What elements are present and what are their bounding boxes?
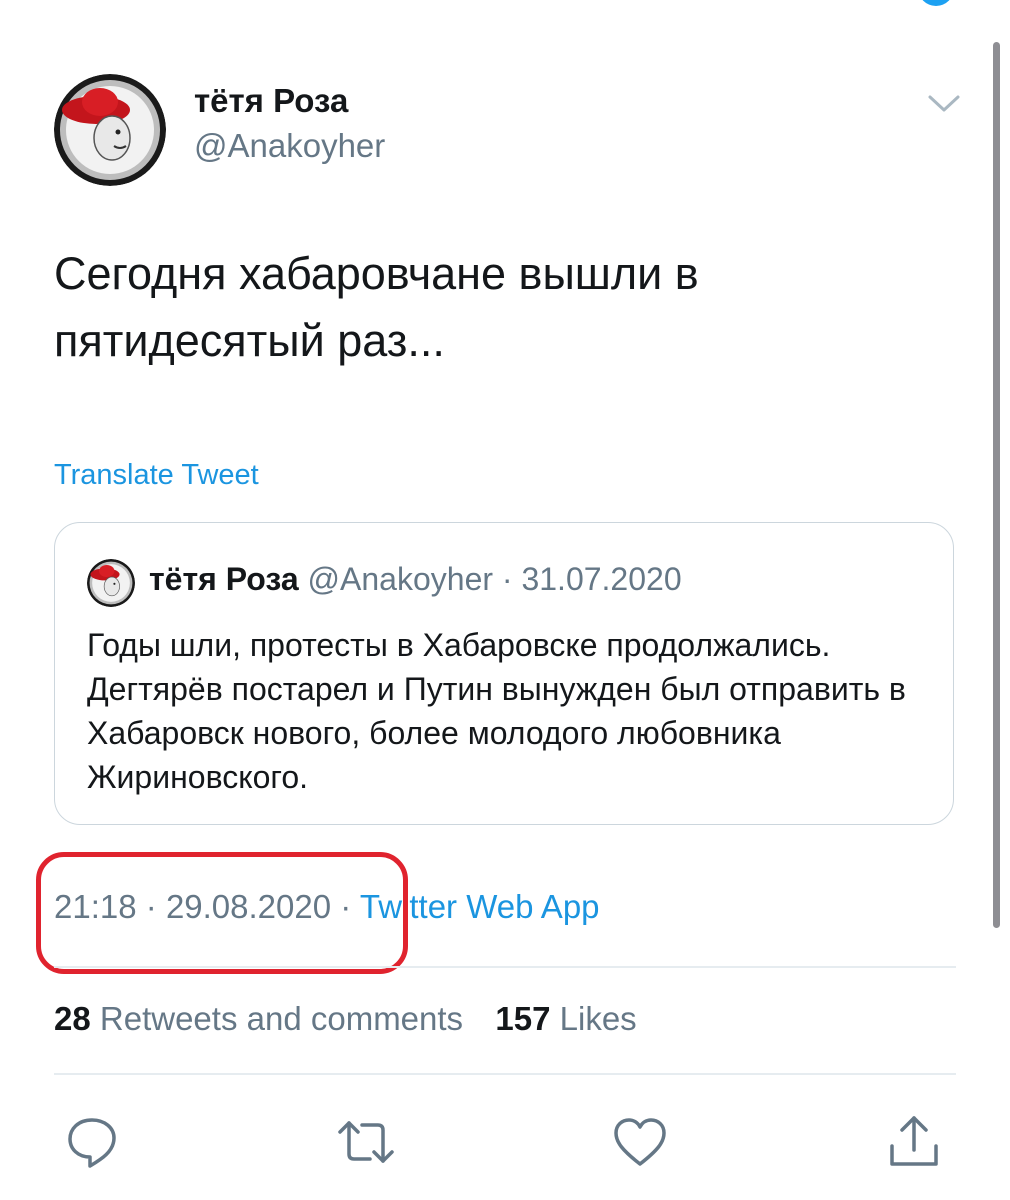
chevron-down-icon[interactable]: [924, 88, 964, 118]
share-icon[interactable]: [884, 1112, 944, 1172]
likes-count[interactable]: 157: [495, 1000, 550, 1037]
quoted-author-name: тётя Роза: [149, 561, 299, 597]
engagement-stats: 28 Retweets and comments 157 Likes: [54, 1000, 637, 1038]
heart-icon[interactable]: [610, 1112, 670, 1172]
retweet-icon[interactable]: [336, 1112, 396, 1172]
tweet-text: Сегодня хабаровчане вышли в пятидесятый …: [54, 248, 699, 366]
retweets-count[interactable]: 28: [54, 1000, 91, 1037]
quoted-tweet-text: Годы шли, протесты в Хабаровске продолжа…: [87, 627, 906, 795]
quoted-date: 31.07.2020: [521, 561, 682, 597]
quoted-header: тётя Роза @Anakoyher · 31.07.2020: [149, 561, 682, 598]
author-handle[interactable]: @Anakoyher: [194, 127, 385, 165]
retweets-label[interactable]: Retweets and comments: [100, 1000, 463, 1037]
avatar[interactable]: [54, 74, 166, 186]
quoted-separator: ·: [501, 561, 513, 597]
divider: [54, 966, 956, 968]
divider: [54, 1073, 956, 1075]
author-name[interactable]: тётя Роза: [194, 82, 348, 120]
top-partial-button: [918, 0, 954, 6]
quoted-avatar: [87, 559, 135, 607]
likes-label[interactable]: Likes: [560, 1000, 637, 1037]
quoted-author-handle: @Anakoyher: [307, 561, 494, 597]
quoted-tweet[interactable]: тётя Роза @Anakoyher · 31.07.2020 Годы ш…: [54, 522, 954, 825]
translate-tweet-link[interactable]: Translate Tweet: [54, 459, 259, 492]
scrollbar[interactable]: [993, 42, 1000, 928]
reply-icon[interactable]: [62, 1112, 122, 1172]
highlight-annotation-box: [36, 852, 408, 974]
